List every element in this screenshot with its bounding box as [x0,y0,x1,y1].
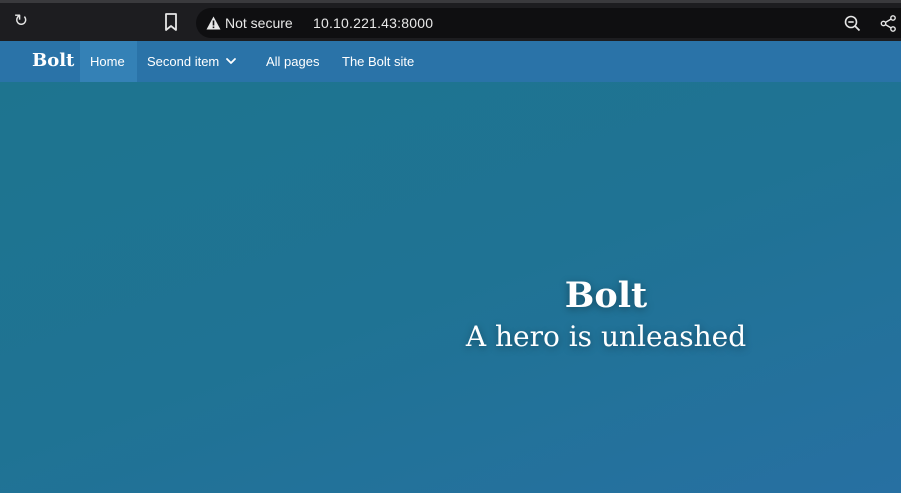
url-text[interactable]: 10.10.221.43:8000 [313,15,433,31]
warning-icon[interactable] [206,16,221,30]
hero-title: Bolt [564,275,648,316]
hero-section: Bolt A hero is unleashed [0,82,901,493]
security-status[interactable]: Not secure [225,15,293,31]
brand-logo[interactable]: Bolt [32,50,74,71]
share-icon[interactable] [880,15,897,32]
nav-item-home[interactable]: Home [80,41,137,82]
nav-item-label: Second item [147,54,220,69]
nav-item-second-item[interactable]: Second item [137,41,247,82]
zoom-out-icon[interactable] [844,15,861,32]
address-bar[interactable]: Not secure 10.10.221.43:8000 [196,8,901,38]
site-navbar: Bolt Home Second item All pages The Bolt… [0,41,901,82]
hero-subtitle: A hero is unleashed [465,320,747,353]
chevron-down-icon [226,58,237,64]
nav-item-bolt-site[interactable]: The Bolt site [332,41,424,82]
nav-item-all-pages[interactable]: All pages [256,41,329,82]
reload-icon[interactable]: ↻ [11,11,31,31]
browser-toolbar: ↻ Not secure 10.10.221.43:8000 [0,0,901,41]
bookmark-icon[interactable] [162,12,180,32]
